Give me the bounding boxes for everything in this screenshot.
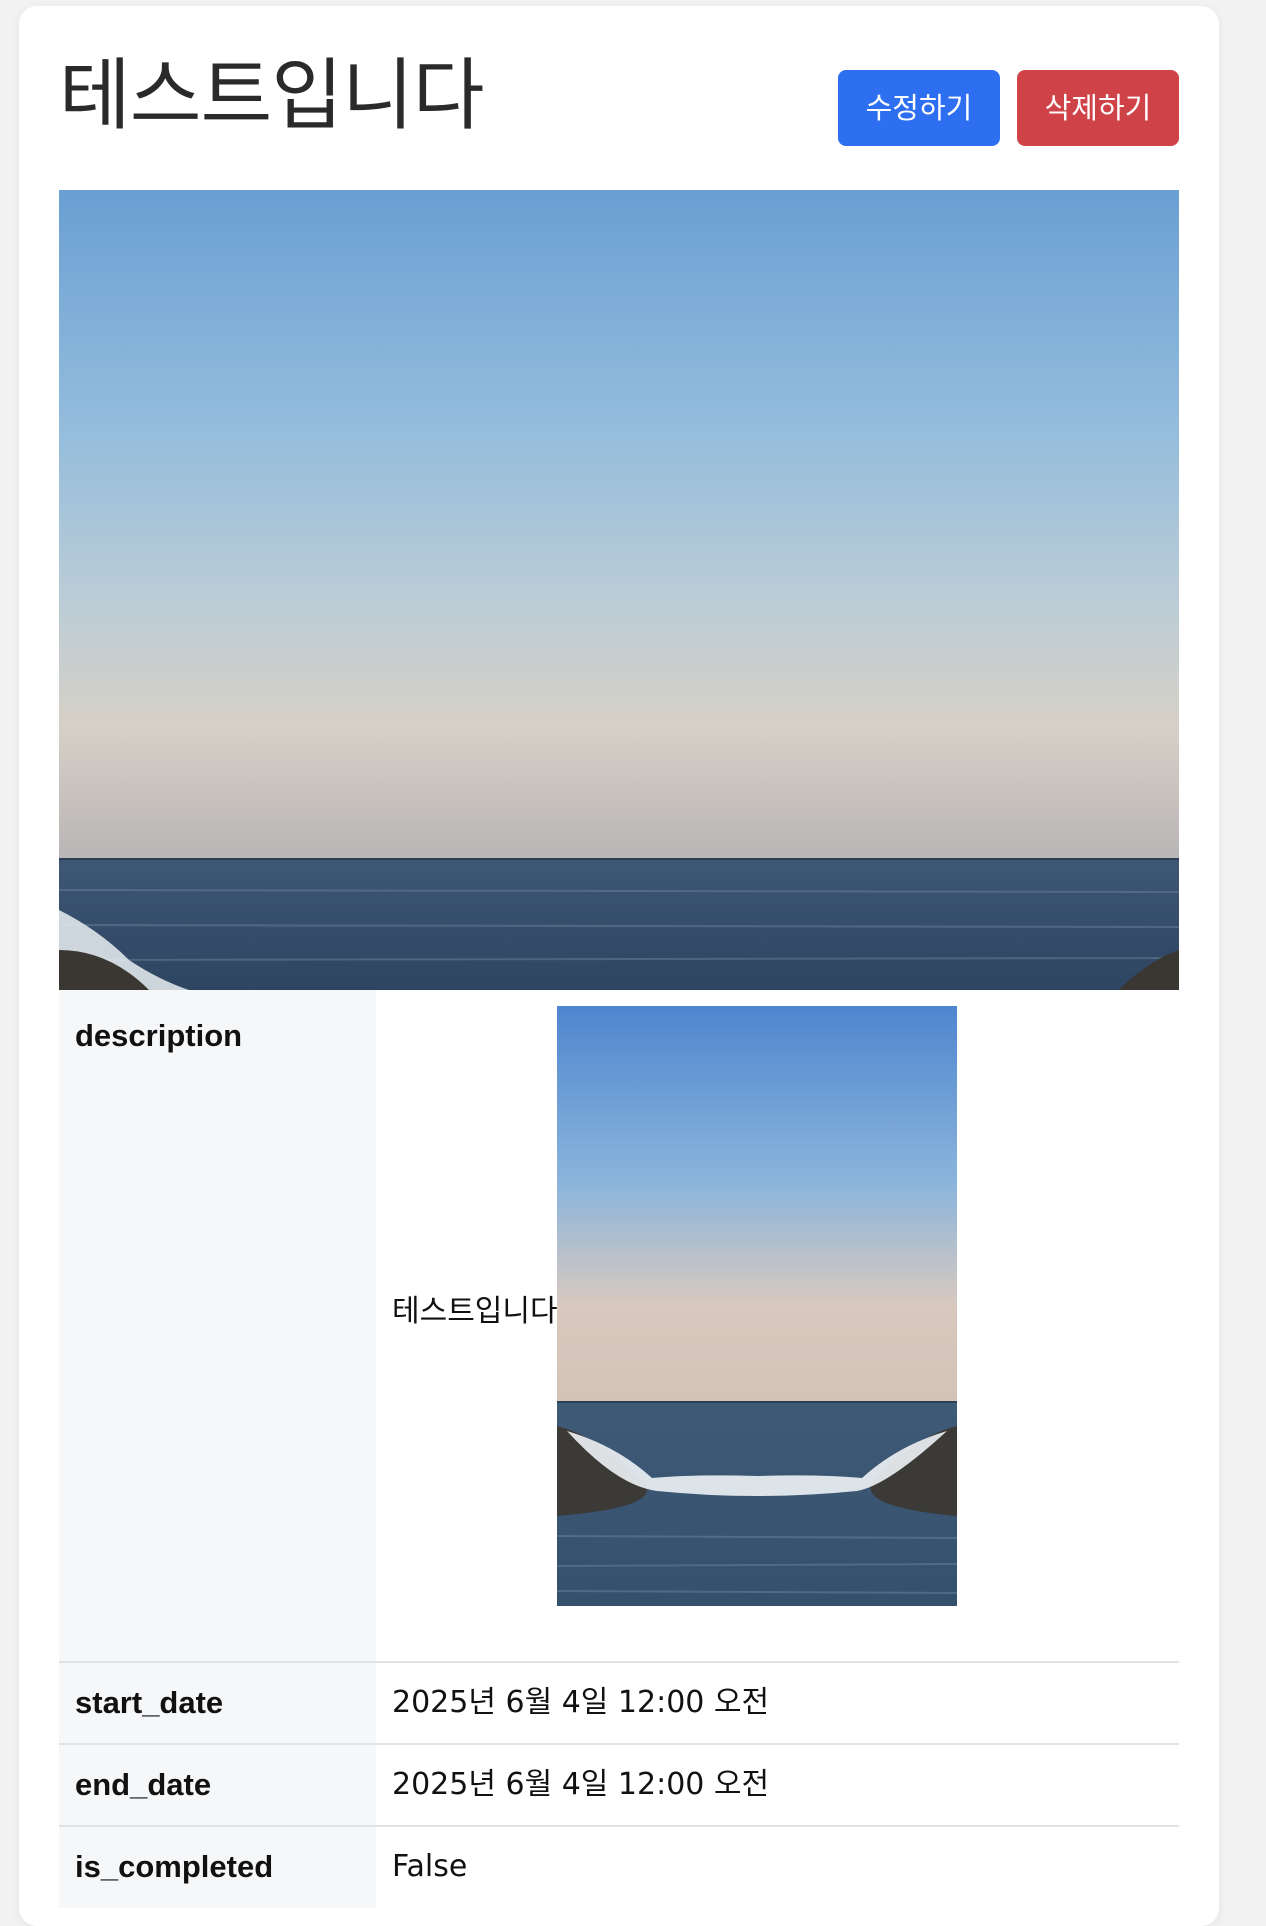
hero-image [59, 190, 1179, 990]
table-row: end_date 2025년 6월 4일 12:00 오전 [59, 1743, 1179, 1826]
row-value: False [376, 1825, 1179, 1908]
row-label: description [59, 990, 376, 1662]
table-row: is_completed False [59, 1825, 1179, 1908]
delete-button[interactable]: 삭제하기 [1017, 70, 1179, 146]
description-image [557, 1006, 957, 1606]
row-value: 2025년 6월 4일 12:00 오전 [376, 1661, 1179, 1744]
table-row: start_date 2025년 6월 4일 12:00 오전 [59, 1661, 1179, 1744]
page-title: 테스트입니다 [59, 51, 485, 141]
row-value: 테스트입니다 [376, 990, 1179, 1662]
edit-button[interactable]: 수정하기 [838, 70, 1000, 146]
row-label: is_completed [59, 1825, 376, 1908]
row-label: start_date [59, 1661, 376, 1744]
row-value: 2025년 6월 4일 12:00 오전 [376, 1743, 1179, 1826]
table-row: description 테스트입니다 [59, 990, 1179, 1662]
details-table: description 테스트입니다 start_date 2025년 6월 4… [59, 990, 1179, 1908]
description-text: 테스트입니다 [392, 1294, 558, 1329]
row-label: end_date [59, 1743, 376, 1826]
detail-card: 테스트입니다 수정하기 삭제하기 description 테스트입니다 star… [19, 6, 1219, 1926]
page-header: 테스트입니다 수정하기 삭제하기 [59, 46, 1179, 146]
